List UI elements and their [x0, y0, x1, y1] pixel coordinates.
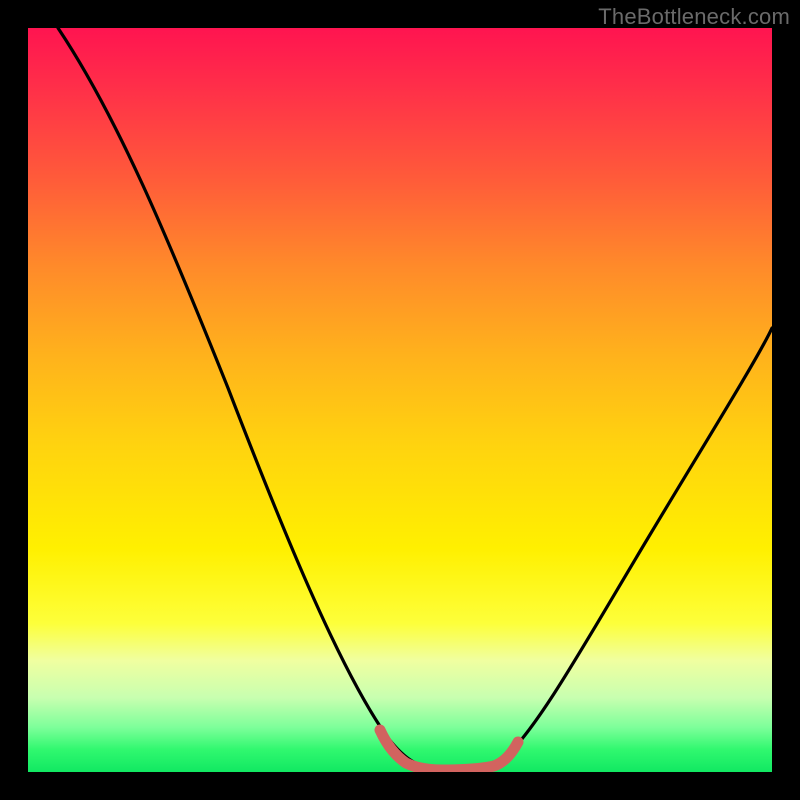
curve-layer — [28, 28, 772, 772]
bottleneck-curve — [58, 28, 772, 768]
chart-frame: TheBottleneck.com — [0, 0, 800, 800]
watermark-text: TheBottleneck.com — [598, 4, 790, 30]
plot-area — [28, 28, 772, 772]
